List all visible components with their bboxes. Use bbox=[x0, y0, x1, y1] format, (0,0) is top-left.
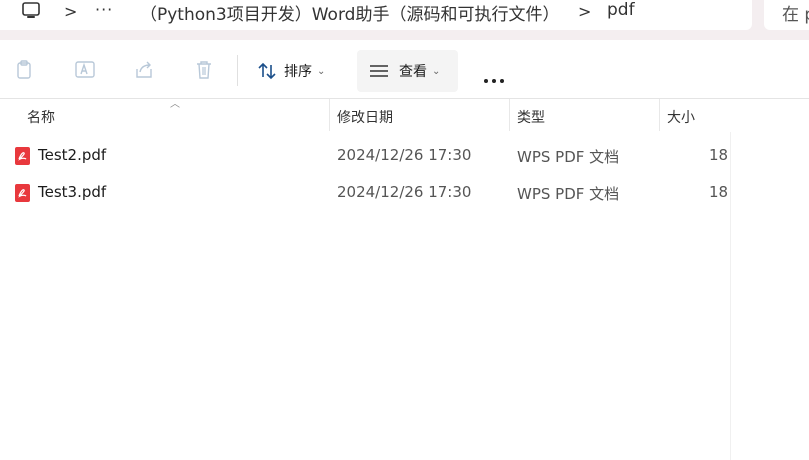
file-type: WPS PDF 文档 bbox=[517, 148, 620, 166]
file-name: Test2.pdf bbox=[38, 146, 107, 164]
command-bar: 排序 ⌄ 查看 ⌄ bbox=[0, 40, 809, 99]
search-box[interactable]: 在 p bbox=[764, 0, 809, 30]
breadcrumb-folder[interactable]: （Python3项目开发）Word助手（源码和可执行文件） bbox=[140, 0, 559, 25]
copy-icon[interactable] bbox=[14, 59, 36, 81]
title-bar: > ··· （Python3项目开发）Word助手（源码和可执行文件） > pd… bbox=[0, 0, 809, 40]
path-overflow-button[interactable]: ··· bbox=[95, 0, 113, 19]
share-icon[interactable] bbox=[133, 59, 155, 81]
file-type: WPS PDF 文档 bbox=[517, 185, 620, 203]
column-header-type[interactable]: 类型 bbox=[517, 107, 545, 127]
this-pc-icon[interactable] bbox=[20, 0, 42, 22]
column-header-date[interactable]: 修改日期 bbox=[337, 107, 393, 127]
column-resize-handle[interactable] bbox=[329, 99, 330, 131]
sort-button[interactable]: 排序 ⌄ bbox=[248, 50, 340, 92]
sort-icon bbox=[258, 62, 276, 80]
pdf-file-icon bbox=[15, 184, 30, 202]
column-header-name[interactable]: 名称 bbox=[27, 107, 55, 127]
column-resize-handle[interactable] bbox=[659, 99, 660, 131]
sort-indicator-icon: ︿ bbox=[170, 99, 180, 110]
file-row[interactable]: Test3.pdf 2024/12/26 17:30 WPS PDF 文档 18 bbox=[0, 174, 809, 210]
column-header-size[interactable]: 大小 bbox=[667, 107, 695, 127]
file-size: 18 bbox=[709, 146, 729, 164]
file-date: 2024/12/26 17:30 bbox=[337, 146, 472, 164]
more-options-icon[interactable] bbox=[484, 68, 508, 87]
file-size: 18 bbox=[709, 183, 729, 201]
address-bar[interactable]: > ··· （Python3项目开发）Word助手（源码和可执行文件） > pd… bbox=[0, 0, 752, 30]
view-button[interactable]: 查看 ⌄ bbox=[357, 50, 458, 92]
view-label: 查看 bbox=[399, 64, 427, 80]
chevron-down-icon: ⌄ bbox=[432, 65, 441, 77]
chevron-down-icon: ⌄ bbox=[317, 65, 326, 77]
chevron-right-icon[interactable]: > bbox=[64, 2, 77, 21]
file-name: Test3.pdf bbox=[38, 183, 107, 201]
search-placeholder[interactable]: 在 p bbox=[782, 0, 809, 25]
toolbar-divider bbox=[237, 55, 238, 86]
sort-label: 排序 bbox=[284, 64, 312, 80]
column-header-row: ︿ 名称 修改日期 类型 大小 bbox=[0, 99, 809, 132]
file-row[interactable]: Test2.pdf 2024/12/26 17:30 WPS PDF 文档 18 bbox=[0, 137, 809, 173]
rename-icon[interactable] bbox=[74, 59, 96, 81]
column-resize-handle[interactable] bbox=[509, 99, 510, 131]
chevron-right-icon[interactable]: > bbox=[578, 2, 591, 21]
delete-icon[interactable] bbox=[193, 59, 215, 81]
pdf-file-icon bbox=[15, 147, 30, 165]
view-list-icon bbox=[370, 65, 388, 77]
breadcrumb-current-folder[interactable]: pdf bbox=[607, 0, 635, 20]
file-date: 2024/12/26 17:30 bbox=[337, 183, 472, 201]
